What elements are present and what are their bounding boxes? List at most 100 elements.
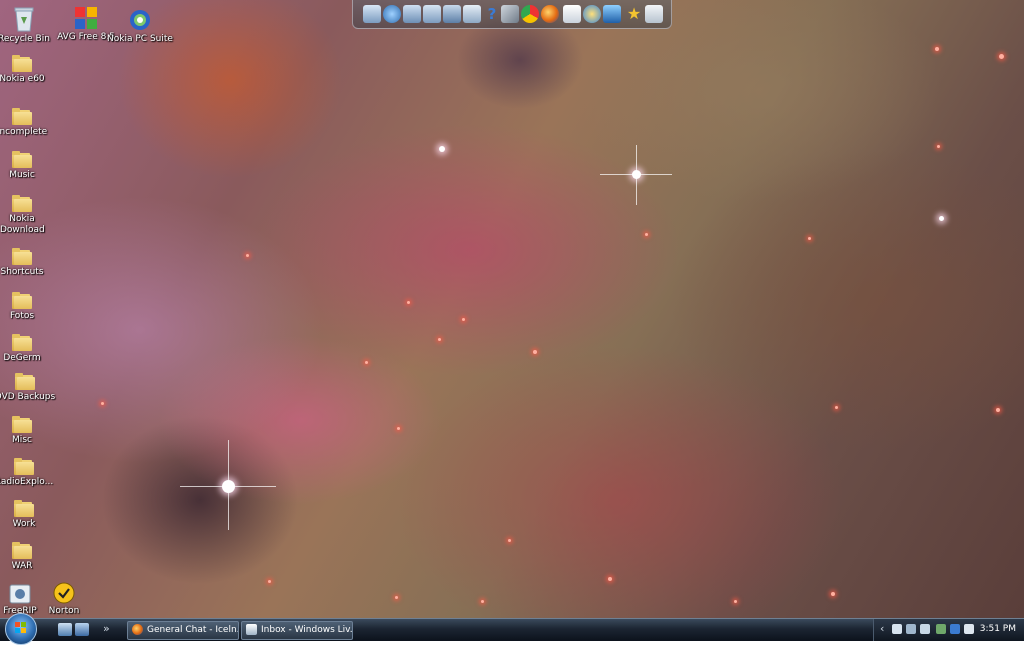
folder-work[interactable]: Work [0, 500, 62, 530]
nebula-star [365, 361, 368, 364]
norton-icon [53, 582, 75, 604]
mail-icon [246, 624, 257, 635]
desktop-wallpaper: Recycle Bin AVG Free 8.5 Nokia PC Suite … [0, 0, 1024, 618]
connect-icon[interactable] [583, 5, 601, 23]
norton-shortcut[interactable]: Norton [26, 582, 102, 617]
tray-expand-button[interactable]: ‹ [880, 622, 884, 635]
folder-nokia-download[interactable]: Nokia Download [0, 195, 60, 236]
folder-dvd-backups[interactable]: DVD Backups [0, 373, 63, 403]
tray-sync-icon[interactable] [936, 624, 946, 634]
folder-icon [12, 55, 32, 72]
tray-network-icon[interactable] [892, 624, 902, 634]
nebula-star [462, 318, 465, 321]
nebula-star [407, 301, 410, 304]
folder-icon[interactable] [423, 5, 441, 23]
tools-icon[interactable] [501, 5, 519, 23]
star-icon[interactable]: ★ [625, 5, 643, 23]
desktop-icon-label: Norton [48, 606, 80, 616]
folder-icon [12, 195, 32, 212]
folder-incomplete[interactable]: Incomplete [0, 108, 60, 138]
nebula-star [996, 408, 1000, 412]
nebula-star [734, 600, 737, 603]
firefox-icon [132, 624, 143, 635]
computer-icon[interactable] [363, 5, 381, 23]
folder-icon [12, 334, 32, 351]
nokia-icon [130, 10, 150, 30]
nebula-star [397, 427, 400, 430]
desktop-icon-label: DeGerm [3, 353, 41, 363]
start-button[interactable] [5, 613, 37, 645]
folder-radioexplorer[interactable]: RadioExplo... [0, 458, 62, 488]
firefox-icon[interactable] [541, 5, 559, 23]
desktop-icon-label: Fotos [9, 311, 35, 321]
folder-icon [12, 248, 32, 265]
folder-icon [12, 416, 32, 433]
drive-icon[interactable] [463, 5, 481, 23]
desktop-icon-label: Nokia e60 [0, 74, 45, 84]
chrome-icon[interactable] [521, 5, 539, 23]
monitor-icon[interactable] [603, 5, 621, 23]
task-button-label: Inbox - Windows Liv... [261, 625, 353, 635]
nebula-star [831, 592, 835, 596]
tray-security-icon[interactable] [920, 624, 930, 634]
nebula-star [645, 233, 648, 236]
star-spike [636, 145, 637, 205]
folder-music[interactable]: Music [0, 151, 60, 181]
nebula-star [533, 350, 537, 354]
show-desktop-icon[interactable] [58, 623, 72, 636]
folder-war[interactable]: WAR [0, 542, 60, 572]
nebula-star [808, 237, 811, 240]
desktop-icon-label: Misc [12, 435, 32, 445]
desktop-icon-label: Work [12, 519, 36, 529]
mail-icon[interactable] [563, 5, 581, 23]
folder-nokia-e60[interactable]: Nokia e60 [0, 55, 60, 85]
desktop-icon-label: RadioExplo... [0, 477, 54, 487]
help-icon[interactable]: ? [483, 5, 501, 23]
nebula-star [101, 402, 104, 405]
task-button-label: General Chat - Iceln... [147, 625, 239, 635]
folder-icon [12, 542, 32, 559]
quick-launch-overflow[interactable]: » [103, 622, 110, 635]
folder-icon [14, 458, 34, 475]
nebula-star [481, 600, 484, 603]
desktop-icon-label: Nokia Download [0, 214, 45, 235]
folder-degerm[interactable]: DeGerm [0, 334, 60, 364]
desktop-icon-label: WAR [11, 561, 33, 571]
nebula-star [608, 577, 612, 581]
folder-icon [12, 151, 32, 168]
nebula-star [935, 47, 939, 51]
clock-time[interactable]: 3:51 PM [980, 624, 1016, 634]
folder-shortcuts[interactable]: Shortcuts [0, 248, 60, 278]
tray-antivirus-icon[interactable] [950, 624, 960, 634]
desktop-icon-label: Music [9, 170, 35, 180]
tray-volume-icon[interactable] [906, 624, 916, 634]
nebula-star [438, 338, 441, 341]
folder-icon [12, 292, 32, 309]
desktop-icon-label: DVD Backups [0, 392, 56, 402]
nebula-star [937, 145, 940, 148]
desktop-icon-label: Nokia PC Suite [107, 34, 173, 44]
system-tray: ‹ 3:51 PM [873, 619, 1024, 641]
folder-icon [14, 500, 34, 517]
nebula-star [939, 216, 944, 221]
network-icon[interactable] [383, 5, 401, 23]
recycle-bin-icon [14, 7, 34, 32]
star-spike [228, 440, 229, 530]
nebula-star [395, 596, 398, 599]
switch-windows-icon[interactable] [75, 623, 89, 636]
task-button-inbox[interactable]: Inbox - Windows Liv... [241, 621, 353, 640]
folder-icon [12, 108, 32, 125]
nebula-star [439, 146, 445, 152]
recycle-bin-icon[interactable] [645, 5, 663, 23]
documents-icon[interactable] [403, 5, 421, 23]
task-button-general-chat[interactable]: General Chat - Iceln... [127, 621, 239, 640]
nebula-star [246, 254, 249, 257]
folder-misc[interactable]: Misc [0, 416, 60, 446]
nokia-pc-suite-shortcut[interactable]: Nokia PC Suite [102, 8, 178, 45]
folder-fotos[interactable]: Fotos [0, 292, 60, 322]
tray-speaker-icon[interactable] [964, 624, 974, 634]
pictures-icon[interactable] [443, 5, 461, 23]
nebula-star [508, 539, 511, 542]
windows-logo-icon [15, 622, 26, 633]
nebula-star [999, 54, 1004, 59]
